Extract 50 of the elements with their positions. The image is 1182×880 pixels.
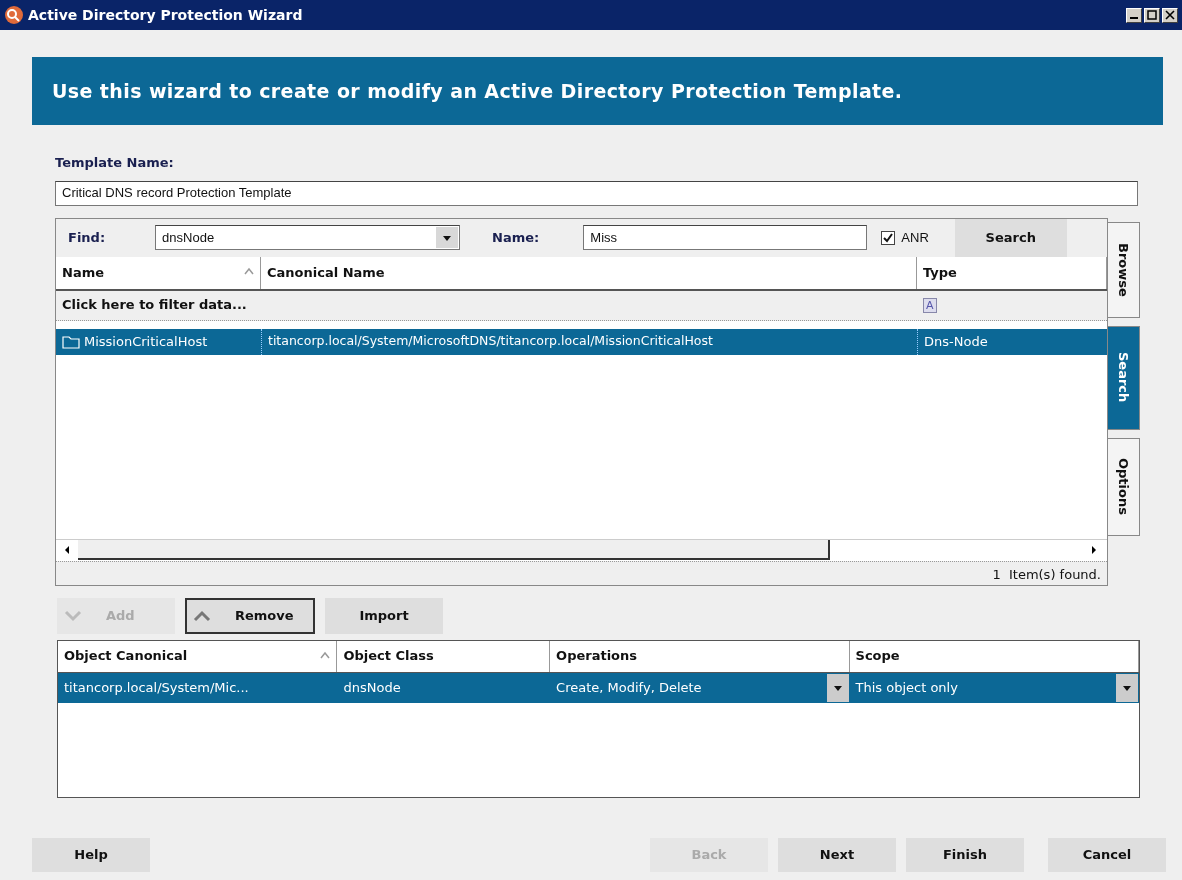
- horizontal-scrollbar[interactable]: [56, 538, 1107, 561]
- table-cell-text: titancorp.local/System/Mic...: [64, 678, 250, 697]
- chevron-up-icon: [193, 609, 211, 622]
- column-header[interactable]: Object Class: [337, 640, 551, 672]
- table-cell: Dns-Node: [917, 328, 994, 355]
- field-label: Template Name:: [55, 154, 175, 172]
- table-cell: titancorp.local/System/MicrosoftDNS/titancorp.local/MissionCriticalHost: [261, 328, 917, 355]
- action-button[interactable]: Import: [325, 597, 443, 634]
- name-label: Name:: [492, 228, 540, 247]
- window-title: Active Directory Protection Wizard: [28, 5, 304, 25]
- footer-button[interactable]: Help: [32, 837, 150, 872]
- column-header[interactable]: Scope: [849, 640, 1139, 672]
- table-cell-text: dnsNode: [343, 678, 402, 697]
- close-button[interactable]: [1162, 7, 1178, 23]
- close-icon: [1164, 9, 1176, 21]
- anr-checkbox[interactable]: [881, 230, 896, 245]
- column-header[interactable]: Canonical Name: [261, 256, 917, 289]
- column-header[interactable]: Type: [917, 256, 1107, 289]
- side-tab[interactable]: Options: [1108, 437, 1140, 536]
- filter-icon[interactable]: A: [923, 297, 937, 313]
- footer-button[interactable]: Cancel: [1048, 837, 1166, 872]
- filter-row[interactable]: Click here to filter data...: [56, 290, 917, 320]
- folder-icon: [62, 334, 80, 349]
- find-dropdown[interactable]: dnsNode: [155, 225, 461, 250]
- side-tab[interactable]: Browse: [1108, 221, 1140, 318]
- side-tab[interactable]: Search: [1108, 325, 1140, 430]
- footer-button[interactable]: Finish: [906, 837, 1024, 872]
- maximize-icon: [1146, 9, 1158, 21]
- name-field[interactable]: Miss: [583, 225, 868, 250]
- anr-label: ANR: [901, 228, 929, 247]
- minimize-icon: [1130, 16, 1138, 19]
- table-cell-text: MissionCriticalHost: [84, 332, 208, 351]
- column-header[interactable]: Name: [56, 256, 261, 289]
- action-button[interactable]: Remove: [185, 597, 315, 634]
- dropdown-field[interactable]: Create, Modify, Delete: [556, 677, 826, 698]
- chevron-down-icon: [64, 609, 82, 622]
- template-name-field[interactable]: Critical DNS record Protection Template: [55, 180, 1138, 206]
- object-row[interactable]: titancorp.local/System/Mic... dnsNode Create, Modify, Delete This object only: [58, 672, 1139, 703]
- status-text: 1 Item(s) found.: [992, 566, 1101, 584]
- minimize-button[interactable]: [1126, 7, 1142, 23]
- dropdown-field[interactable]: This object only: [855, 677, 1115, 698]
- app-logo-icon: [4, 5, 24, 25]
- result-row[interactable]: MissionCriticalHost titancorp.local/System/MicrosoftDNS/titancorp.local/MissionCriticalHost Dns-Node: [56, 328, 1107, 355]
- find-label: Find:: [68, 228, 106, 247]
- footer-button[interactable]: Next: [778, 837, 896, 872]
- column-header[interactable]: Object Canonical: [58, 640, 338, 672]
- maximize-button[interactable]: [1144, 7, 1160, 23]
- banner-text: Use this wizard to create or modify an Active Directory Protection Template.: [32, 57, 1163, 125]
- column-header[interactable]: Operations: [550, 640, 850, 672]
- search-button[interactable]: Search: [954, 218, 1067, 257]
